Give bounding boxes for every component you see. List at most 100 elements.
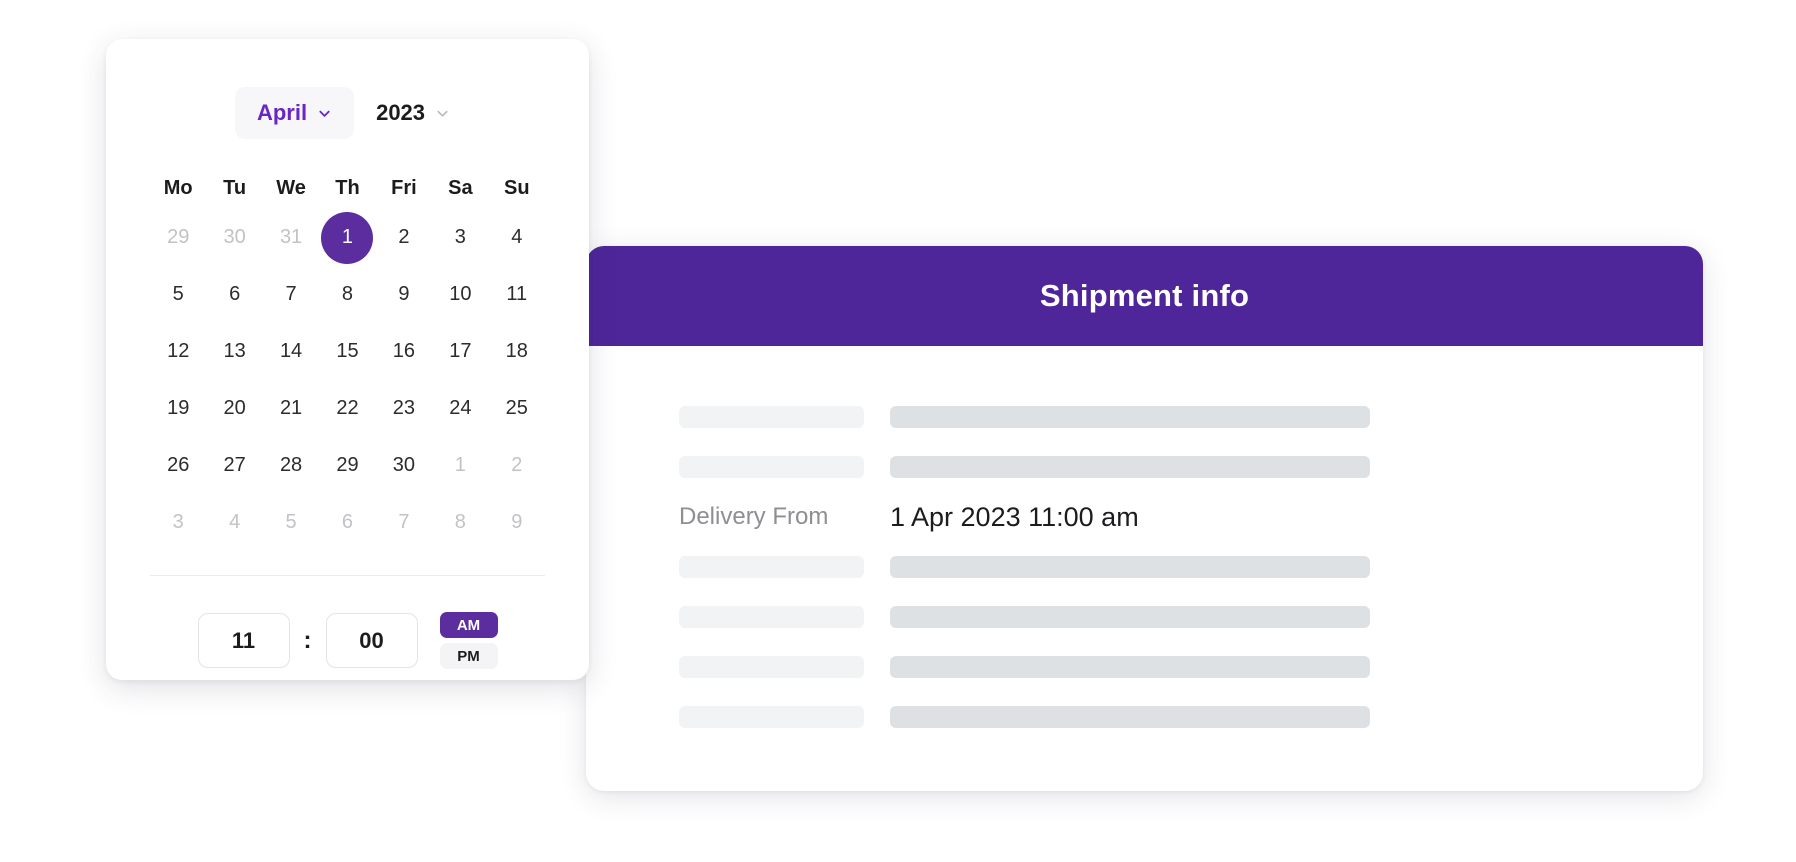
shipment-detail-label: Delivery From <box>679 503 829 530</box>
calendar-day-label: 9 <box>511 511 523 533</box>
calendar-day[interactable]: 6 <box>319 494 375 551</box>
calendar-day[interactable]: 29 <box>319 437 375 494</box>
calendar-day[interactable]: 20 <box>206 380 262 437</box>
calendar-day[interactable]: 8 <box>432 494 488 551</box>
calendar-day[interactable]: 27 <box>206 437 262 494</box>
calendar-day-label: 2 <box>398 226 410 248</box>
calendar-day[interactable]: 17 <box>432 323 488 380</box>
weekday-header: Th <box>335 176 360 199</box>
calendar-day[interactable]: 5 <box>263 494 319 551</box>
month-dropdown[interactable]: April <box>234 87 355 139</box>
skeleton-bar-value <box>890 556 1370 578</box>
calendar-day[interactable]: 1 <box>432 437 488 494</box>
shipment-detail-row-placeholder <box>586 442 1703 492</box>
hour-input[interactable]: 11 <box>197 613 290 668</box>
calendar-day[interactable]: 12 <box>150 323 206 380</box>
calendar-day-label: 31 <box>279 226 303 248</box>
weekday-header: Tu <box>223 176 247 199</box>
calendar-day[interactable]: 11 <box>489 266 545 323</box>
calendar-day[interactable]: 25 <box>489 380 545 437</box>
calendar-day[interactable]: 2 <box>376 209 432 266</box>
skeleton-bar-label <box>679 406 864 428</box>
calendar-day[interactable]: 13 <box>206 323 262 380</box>
calendar-day[interactable]: 6 <box>206 266 262 323</box>
skeleton-bar-value <box>890 656 1370 678</box>
calendar-day[interactable]: 16 <box>376 323 432 380</box>
calendar-day[interactable]: 19 <box>150 380 206 437</box>
calendar-day[interactable]: 30 <box>206 209 262 266</box>
calendar-day[interactable]: 9 <box>489 494 545 551</box>
calendar-day[interactable]: 7 <box>263 266 319 323</box>
calendar-day[interactable]: 10 <box>432 266 488 323</box>
skeleton-bar-label <box>679 706 864 728</box>
calendar-divider <box>150 575 545 576</box>
calendar-day[interactable]: 14 <box>263 323 319 380</box>
minute-input[interactable]: 00 <box>325 613 418 668</box>
shipment-detail-row-placeholder <box>586 642 1703 692</box>
skeleton-bar-label <box>679 456 864 478</box>
chevron-down-icon <box>435 106 450 121</box>
calendar-day-label: 13 <box>223 340 246 362</box>
calendar-day[interactable]: 15 <box>319 323 375 380</box>
calendar-day-label: 27 <box>223 454 246 476</box>
calendar-day[interactable]: 4 <box>489 209 545 266</box>
calendar-day-label: 26 <box>167 454 190 476</box>
am-button[interactable]: AM <box>439 612 498 638</box>
calendar-day-label: 4 <box>511 226 523 248</box>
weekday-header: Su <box>503 176 530 199</box>
calendar-day[interactable]: 31 <box>263 209 319 266</box>
calendar-day-label: 30 <box>223 226 246 248</box>
calendar-day-label: 1 <box>454 454 466 476</box>
weekday-header: We <box>276 176 306 199</box>
shipment-detail-row-placeholder <box>586 392 1703 442</box>
calendar-day-label: 4 <box>229 511 241 533</box>
weekday-header: Mo <box>163 176 193 199</box>
pm-button[interactable]: PM <box>439 643 498 669</box>
skeleton-bar-label <box>679 556 864 578</box>
shipment-details-list: Delivery From 1 Apr 2023 11:00 am <box>586 346 1703 742</box>
calendar-day[interactable]: 24 <box>432 380 488 437</box>
calendar-day-label: 6 <box>229 283 241 305</box>
calendar-day-label: 3 <box>172 511 184 533</box>
year-dropdown-label: 2023 <box>376 100 426 125</box>
calendar-day-label: 7 <box>398 511 410 533</box>
calendar-day-label: 20 <box>223 397 246 419</box>
calendar-day-label: 12 <box>167 340 190 362</box>
calendar-day[interactable]: 7 <box>376 494 432 551</box>
calendar-header: April 2023 <box>150 39 545 149</box>
calendar-day[interactable]: 30 <box>376 437 432 494</box>
calendar-day[interactable]: 18 <box>489 323 545 380</box>
calendar-day-label: 1 <box>321 211 374 264</box>
year-dropdown[interactable]: 2023 <box>366 87 460 139</box>
calendar-day[interactable]: 28 <box>263 437 319 494</box>
calendar-day[interactable]: 3 <box>150 494 206 551</box>
calendar-day-label: 9 <box>398 283 410 305</box>
calendar-day-label: 16 <box>392 340 416 362</box>
calendar-day[interactable]: 5 <box>150 266 206 323</box>
calendar-day-selected[interactable]: 1 <box>319 209 375 266</box>
shipment-panel-title: Shipment info <box>1039 278 1250 313</box>
calendar-day-label: 5 <box>285 511 297 533</box>
calendar-day[interactable]: 9 <box>376 266 432 323</box>
calendar-day[interactable]: 29 <box>150 209 206 266</box>
calendar-day[interactable]: 22 <box>319 380 375 437</box>
shipment-detail-row: Delivery From 1 Apr 2023 11:00 am <box>586 492 1703 542</box>
calendar-day[interactable]: 23 <box>376 380 432 437</box>
calendar-day[interactable]: 21 <box>263 380 319 437</box>
calendar-day-label: 24 <box>449 397 472 419</box>
calendar-day[interactable]: 4 <box>206 494 262 551</box>
calendar-day[interactable]: 2 <box>489 437 545 494</box>
calendar-day[interactable]: 3 <box>432 209 488 266</box>
calendar-day-label: 23 <box>392 397 416 419</box>
skeleton-bar-value <box>890 606 1370 628</box>
month-dropdown-label: April <box>256 100 308 125</box>
time-picker: 11 : 00 AM PM <box>150 612 545 669</box>
calendar-day[interactable]: 26 <box>150 437 206 494</box>
calendar-day-label: 8 <box>454 511 466 533</box>
chevron-down-icon <box>317 106 332 121</box>
calendar-day-label: 18 <box>505 340 528 362</box>
calendar-day-label: 8 <box>341 283 354 305</box>
calendar-day[interactable]: 8 <box>319 266 375 323</box>
shipment-detail-row-placeholder <box>586 592 1703 642</box>
shipment-detail-value: 1 Apr 2023 11:00 am <box>890 501 1139 532</box>
